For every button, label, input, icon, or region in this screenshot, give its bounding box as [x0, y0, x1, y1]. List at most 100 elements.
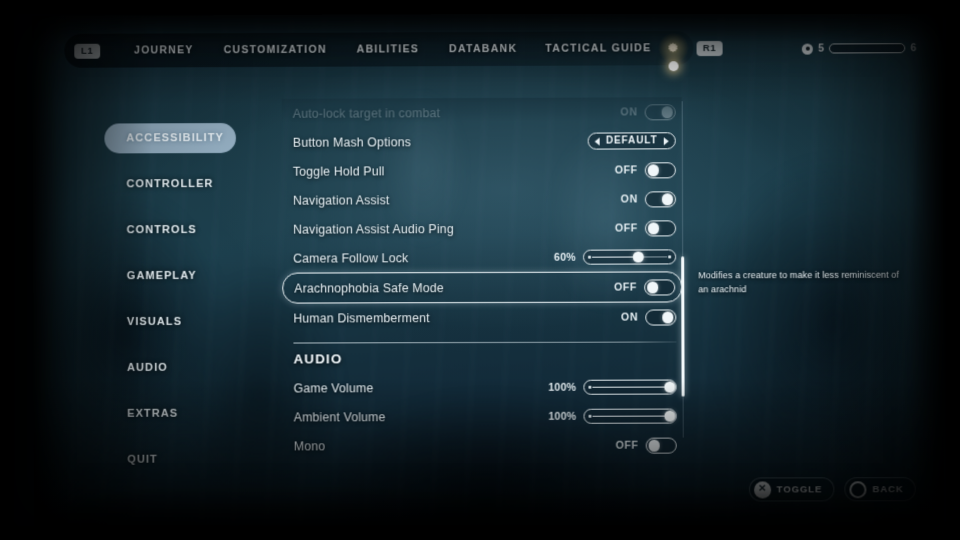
setting-label: Navigation Assist — [292, 192, 390, 208]
toggle-switch[interactable] — [644, 161, 676, 178]
setting-label: Button Mash Options — [292, 134, 411, 150]
section-divider — [293, 341, 677, 344]
setting-row[interactable]: Arachnophobia Safe Mode OFF — [282, 271, 683, 304]
sidebar-item-accessibility[interactable]: ACCESSIBILITY — [104, 122, 236, 154]
slider-knob[interactable] — [632, 251, 644, 263]
setting-control: OFF — [614, 161, 676, 178]
slider-value-label: 100% — [548, 410, 577, 423]
settings-scrollbar-thumb[interactable] — [681, 256, 685, 397]
toggle-switch[interactable] — [644, 103, 676, 120]
sidebar-item-label: CONTROLLER — [126, 178, 214, 191]
audio-settings-rows: Game Volume 100% Ambient Volume 100% Mono OFF — [283, 372, 683, 460]
setting-row[interactable]: Mono OFF — [283, 431, 683, 461]
sidebar-item-label: GAMEPLAY — [126, 269, 197, 283]
gear-icon — [667, 42, 677, 52]
sidebar-item-extras[interactable]: EXTRAS — [105, 399, 255, 429]
settings-panel: Auto-lock target in combat ON Button Mash … — [281, 97, 683, 454]
sidebar-item-label: CONTROLS — [126, 223, 197, 237]
sidebar-item-visuals[interactable]: VISUALS — [105, 307, 255, 337]
stepper-next-arrow-icon[interactable] — [663, 136, 669, 145]
prompt-label: TOGGLE — [776, 483, 823, 495]
slider-min-dot — [588, 414, 592, 418]
setting-control: 60% — [546, 249, 677, 265]
collectible-meter: 5 6 — [802, 42, 916, 55]
sidebar-item-label: VISUALS — [126, 315, 183, 329]
setting-control: DEFAULT — [587, 132, 676, 150]
slider-knob[interactable] — [664, 410, 675, 422]
cross-button-icon: ✕ — [753, 480, 771, 499]
toggle-switch[interactable] — [645, 437, 677, 454]
toggle-switch[interactable] — [644, 190, 676, 207]
prompt-label: BACK — [872, 483, 904, 495]
tab-abilities[interactable]: ABILITIES — [357, 43, 419, 55]
slider-control[interactable] — [582, 249, 677, 265]
slider-knob[interactable] — [664, 381, 675, 393]
toggle-state-label: ON — [620, 105, 638, 118]
setting-control: 100% — [546, 408, 677, 424]
prompt-back[interactable]: BACK — [844, 477, 916, 502]
setting-label: Mono — [293, 438, 326, 453]
slider-fill — [592, 256, 639, 258]
option-stepper[interactable]: DEFAULT — [587, 132, 676, 150]
setting-row[interactable]: Auto-lock target in combat ON — [282, 97, 682, 128]
slider-value-label: 100% — [548, 381, 577, 394]
setting-control: ON — [620, 103, 676, 120]
sidebar-item-quit[interactable]: QUIT — [105, 445, 255, 475]
setting-row[interactable]: Toggle Hold Pull OFF — [282, 155, 682, 185]
l1-bumper-badge[interactable]: L1 — [74, 43, 101, 59]
slider-fill — [592, 415, 670, 418]
slider-control[interactable] — [583, 379, 677, 395]
setting-row[interactable]: Navigation Assist Audio Ping OFF — [282, 213, 682, 243]
setting-row[interactable]: Ambient Volume 100% — [283, 402, 683, 432]
tab-customization[interactable]: CUSTOMIZATION — [224, 44, 327, 56]
tab-journey[interactable]: JOURNEY — [134, 44, 194, 56]
setting-row[interactable]: Navigation Assist ON — [282, 184, 682, 214]
toggle-switch[interactable] — [645, 308, 677, 326]
setting-label: Human Dismemberment — [293, 310, 430, 326]
setting-control: ON — [620, 190, 676, 207]
setting-control: 100% — [546, 379, 677, 395]
sidebar-item-label: QUIT — [127, 453, 158, 466]
setting-label: Toggle Hold Pull — [292, 163, 385, 179]
setting-row[interactable]: Human Dismemberment ON — [282, 302, 682, 332]
slider-fill — [592, 386, 670, 389]
setting-description: Modifies a creature to make it less remi… — [698, 269, 900, 295]
eye-icon — [802, 43, 814, 55]
setting-label: Game Volume — [293, 380, 374, 395]
stepper-prev-arrow-icon[interactable] — [594, 137, 600, 146]
setting-label: Ambient Volume — [293, 409, 386, 424]
r1-bumper-badge[interactable]: R1 — [696, 40, 723, 56]
prompt-toggle[interactable]: ✕ TOGGLE — [748, 477, 835, 502]
toggle-state-label: OFF — [614, 163, 638, 177]
sidebar-item-controls[interactable]: CONTROLS — [105, 215, 255, 245]
tab-settings[interactable] — [657, 33, 689, 72]
setting-label: Arachnophobia Safe Mode — [294, 280, 444, 296]
screen-photo: L1 JOURNEY CUSTOMIZATION ABILITIES DATAB… — [0, 0, 960, 540]
toggle-state-label: ON — [621, 311, 639, 324]
toggle-switch[interactable] — [644, 278, 676, 296]
slider-control[interactable] — [583, 408, 677, 424]
toggle-state-label: ON — [620, 192, 638, 206]
setting-row[interactable]: Button Mash Options DEFAULT — [282, 126, 682, 157]
setting-control: OFF — [614, 278, 676, 296]
toggle-state-label: OFF — [615, 439, 639, 452]
setting-control: ON — [621, 308, 677, 326]
sidebar-item-audio[interactable]: AUDIO — [105, 353, 255, 383]
sidebar-item-controller[interactable]: CONTROLLER — [105, 169, 255, 199]
setting-label: Auto-lock target in combat — [292, 105, 441, 121]
circle-button-icon — [849, 480, 867, 498]
meter-progress-bar — [829, 43, 906, 54]
setting-row[interactable]: Camera Follow Lock 60% — [282, 242, 682, 272]
setting-row[interactable]: Game Volume 100% — [283, 372, 683, 402]
toggle-switch[interactable] — [644, 219, 677, 236]
meter-max-value: 6 — [910, 42, 917, 55]
settings-rows: Auto-lock target in combat ON Button Mash … — [282, 97, 683, 332]
tab-databank[interactable]: DATABANK — [449, 43, 517, 55]
sidebar-item-gameplay[interactable]: GAMEPLAY — [105, 261, 255, 291]
section-heading-audio: AUDIO — [293, 351, 343, 367]
tab-tactical-guide[interactable]: TACTICAL GUIDE — [545, 42, 651, 54]
toggle-state-label: OFF — [614, 221, 639, 235]
slider-min-dot — [588, 255, 591, 259]
slider-max-dot — [668, 255, 672, 259]
meter-current-value: 5 — [818, 42, 825, 55]
